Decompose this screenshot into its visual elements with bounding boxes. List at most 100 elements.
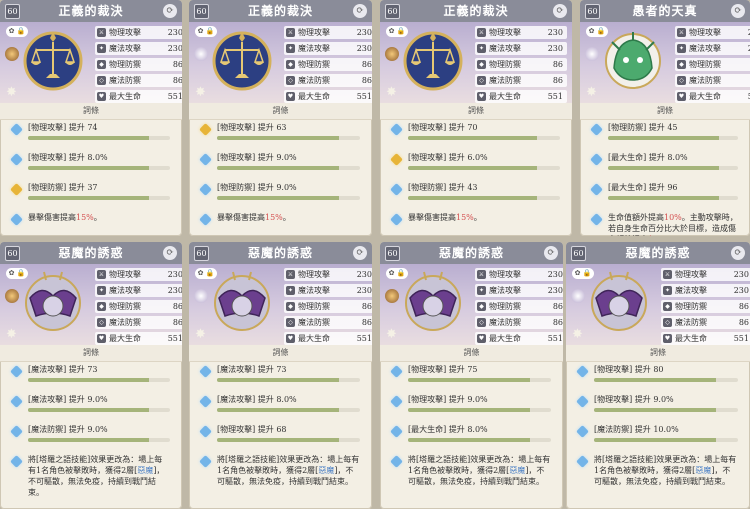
- affix-text: [物理攻擊] 提升 9.0%: [408, 395, 488, 404]
- card-header: 60 正義的裁決 ⟳: [380, 0, 572, 23]
- affix-progress-fill: [408, 166, 538, 170]
- desc-part: 10%: [664, 213, 682, 222]
- heart-icon: ♥: [477, 334, 486, 343]
- gem-icon: [10, 455, 23, 468]
- stat-row: ◆物理防禦 86: [95, 300, 182, 313]
- stat-name: 魔法防禦: [689, 76, 721, 85]
- card-title: 惡魔的誘惑: [625, 246, 691, 260]
- affix-row[interactable]: [物理攻擊] 提升 8.0%: [8, 152, 174, 177]
- affix-row[interactable]: [魔法防禦] 提升 9.0%: [8, 424, 174, 449]
- affix-row[interactable]: [物理攻擊] 提升 9.0%: [574, 394, 742, 419]
- magic-shield-icon: ◇: [97, 318, 106, 327]
- affix-progress-fill: [594, 408, 717, 412]
- stat-value: 230: [356, 270, 372, 279]
- affix-row[interactable]: [最大生命] 提升 96: [588, 182, 742, 207]
- character-avatar-icon[interactable]: [571, 289, 585, 303]
- stat-row: ⚔物理攻擊 230: [661, 268, 750, 281]
- swap-icon[interactable]: ⟳: [544, 246, 558, 260]
- stat-row: ◆物理防禦 86: [95, 58, 182, 71]
- affix-row[interactable]: [物理攻擊] 提升 63: [197, 122, 364, 147]
- affix-row[interactable]: [最大生命] 提升 8.0%: [588, 152, 742, 177]
- stat-value: 86: [552, 318, 563, 327]
- affix-progress-bar: [217, 438, 360, 442]
- heart-icon: ♥: [477, 92, 486, 101]
- affix-desc-row: 將[塔羅之語技能]效果更改為：場上每有1名角色被擊敗時，獲得2層[惡魔]，不可驅…: [388, 454, 555, 487]
- stat-row: ✦魔法攻擊 230: [661, 284, 750, 297]
- swap-icon[interactable]: ⟳: [163, 246, 177, 260]
- stat-name: 最大生命: [298, 92, 330, 101]
- sword-icon: ⚔: [477, 270, 486, 279]
- star-icon: ✸: [386, 327, 397, 342]
- swap-icon[interactable]: ⟳: [163, 4, 177, 18]
- stat-list: ⚔物理攻擊 230 ✦魔法攻擊 230 ◆物理防禦 86 ◇魔法防禦 86 ♥最大生命 551: [475, 268, 563, 348]
- affix-desc-row: 暴擊傷害提高15%。: [388, 212, 564, 226]
- affix-row[interactable]: [物理攻擊] 提升 6.0%: [388, 152, 564, 177]
- affix-row[interactable]: [魔法防禦] 提升 10.0%: [574, 424, 742, 449]
- stat-value: 551: [547, 334, 563, 343]
- affix-text: [魔法攻擊] 提升 73: [217, 365, 287, 374]
- affix-row[interactable]: [魔法攻擊] 提升 73: [197, 364, 364, 389]
- affix-row[interactable]: [魔法攻擊] 提升 8.0%: [197, 394, 364, 419]
- stat-value: 86: [172, 76, 182, 85]
- affix-text: [魔法攻擊] 提升 9.0%: [28, 395, 108, 404]
- affix-text: [魔法防禦] 提升 10.0%: [594, 425, 679, 434]
- affix-row[interactable]: [最大生命] 提升 8.0%: [388, 424, 555, 449]
- stat-name: 魔法防禦: [298, 76, 330, 85]
- section-title: 詞條: [380, 103, 572, 120]
- stat-name: 物理攻擊: [675, 270, 707, 279]
- affix-row[interactable]: [物理防禦] 提升 43: [388, 182, 564, 207]
- swap-icon[interactable]: ⟳: [731, 4, 745, 18]
- affix-progress-fill: [217, 166, 339, 170]
- stat-row: ✦魔法攻擊 230: [475, 284, 563, 297]
- stat-row: ◇魔法防禦 86: [475, 316, 563, 329]
- affix-text: [物理攻擊] 提升 9.0%: [217, 153, 297, 162]
- affix-row[interactable]: [物理攻擊] 提升 9.0%: [197, 152, 364, 177]
- affix-row[interactable]: [物理攻擊] 提升 9.0%: [388, 394, 555, 419]
- swap-icon[interactable]: ⟳: [353, 4, 367, 18]
- stat-row: ⚔物理攻擊 230: [284, 26, 372, 39]
- section-title: 詞條: [189, 345, 372, 362]
- character-avatar-icon[interactable]: [194, 47, 208, 61]
- character-avatar-icon[interactable]: [5, 289, 19, 303]
- affix-row[interactable]: [魔法攻擊] 提升 9.0%: [8, 394, 174, 419]
- character-avatar-icon[interactable]: [194, 289, 208, 303]
- character-avatar-icon[interactable]: [5, 47, 19, 61]
- affix-progress-bar: [408, 438, 551, 442]
- affix-row[interactable]: [物理防禦] 提升 9.0%: [197, 182, 364, 207]
- sword-icon: ⚔: [97, 28, 106, 37]
- character-avatar-icon[interactable]: [585, 47, 599, 61]
- stat-value: 230: [167, 270, 182, 279]
- affix-progress-fill: [608, 136, 719, 140]
- stat-value: 230: [733, 286, 749, 295]
- affix-row[interactable]: [物理攻擊] 提升 74: [8, 122, 174, 147]
- affix-row[interactable]: [物理防禦] 提升 37: [8, 182, 174, 207]
- character-avatar-icon[interactable]: [385, 289, 399, 303]
- card-title: 正義的裁決: [58, 4, 124, 18]
- affix-row[interactable]: [物理攻擊] 提升 75: [388, 364, 555, 389]
- character-avatar-icon[interactable]: [385, 47, 399, 61]
- desc-part: 10%: [648, 235, 666, 236]
- stat-name: 最大生命: [489, 92, 521, 101]
- magic-shield-icon: ◇: [663, 318, 672, 327]
- affix-description: 暴擊傷害提高15%。: [408, 212, 560, 223]
- heart-icon: ♥: [677, 92, 686, 101]
- swap-icon[interactable]: ⟳: [731, 246, 745, 260]
- swap-icon[interactable]: ⟳: [353, 246, 367, 260]
- affix-description: 生命值額外提高10%。主動攻擊時，若自身生命百分比大於目標，造成傷害額外提高10…: [608, 212, 738, 236]
- affix-row[interactable]: [物理防禦] 提升 45: [588, 122, 742, 147]
- swap-icon[interactable]: ⟳: [553, 4, 567, 18]
- affix-description: 將[塔羅之語技能]效果更改為：場上每有1名角色被擊敗時，獲得2層[惡魔]，不可驅…: [217, 454, 360, 487]
- stat-name: 魔法攻擊: [675, 286, 707, 295]
- affix-row[interactable]: [魔法攻擊] 提升 73: [8, 364, 174, 389]
- heart-icon: ♥: [286, 334, 295, 343]
- tarot-card: 60 惡魔的誘惑 ⟳ ✿ 🔒 ✸ ⚔ 物理攻擊 230 ✦ 魔法攻擊 230 ◆ 物理防禦 86 ◇ 魔法防禦…: [566, 242, 750, 509]
- stat-row: ◇魔法防禦 86: [95, 316, 182, 329]
- stat-value: 86: [738, 302, 749, 311]
- section-title: 詞條: [189, 103, 372, 120]
- affix-row[interactable]: [物理攻擊] 提升 70: [388, 122, 564, 147]
- affix-row[interactable]: [物理攻擊] 提升 68: [197, 424, 364, 449]
- affix-row[interactable]: [物理攻擊] 提升 80: [574, 364, 742, 389]
- affix-progress-fill: [594, 438, 717, 442]
- gem-icon: [390, 395, 403, 408]
- shield-icon: ◆: [97, 302, 106, 311]
